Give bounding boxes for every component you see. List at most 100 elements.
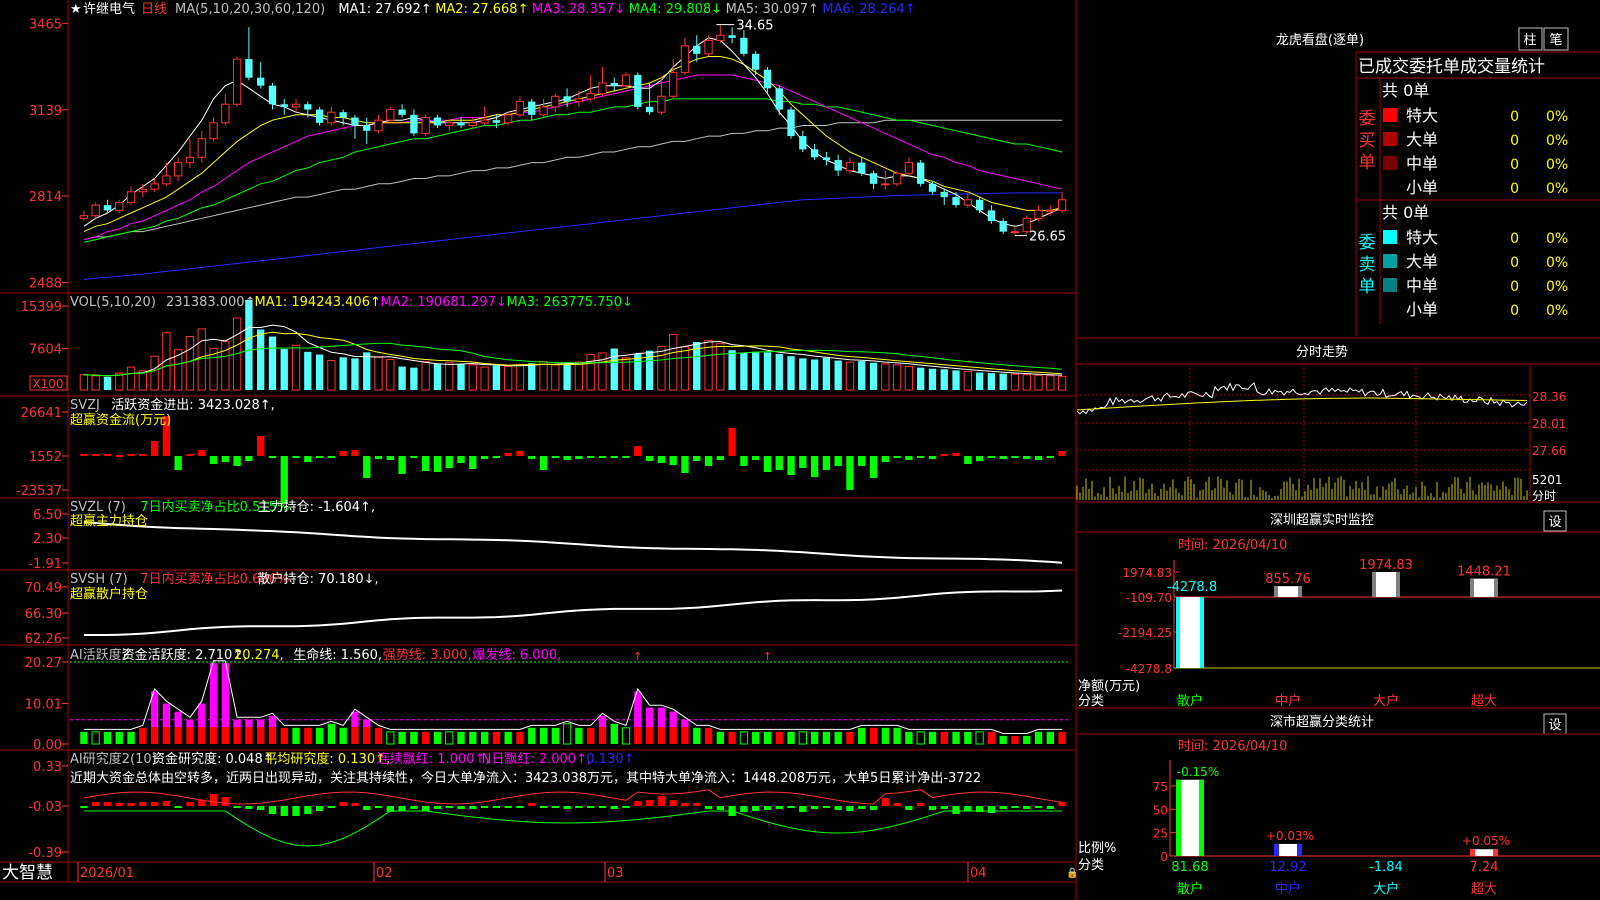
- candle-body: [634, 75, 642, 107]
- bar-mode-label[interactable]: 柱: [1523, 33, 1536, 48]
- volume-bar: [1010, 373, 1020, 391]
- activity-bar: [975, 731, 984, 745]
- volume-bar: [763, 352, 772, 390]
- research-bar: [363, 806, 371, 810]
- flow-bar: [905, 456, 913, 460]
- volume-bar: [669, 333, 678, 391]
- classify-value: -1.84: [1369, 860, 1403, 875]
- research-bar: [139, 802, 147, 806]
- flow-bar: [563, 456, 571, 460]
- classify-value: 12.92: [1269, 860, 1306, 875]
- flow-bar: [610, 456, 618, 458]
- date-label: 2026/01: [80, 866, 134, 881]
- research-bar: [504, 806, 512, 808]
- research-bar: [693, 803, 701, 806]
- volume-bar: [150, 355, 159, 391]
- activity-bar: [916, 731, 925, 745]
- flow-bar: [315, 456, 324, 458]
- price-ma5-line: [83, 37, 1063, 227]
- activity-bar: [186, 719, 194, 728]
- flow-bar: [221, 456, 229, 462]
- sell-swatch: [1383, 302, 1397, 316]
- sell-row-pct: 0%: [1546, 255, 1568, 271]
- sell-label-char: 单: [1359, 277, 1376, 297]
- ai-research-legend-item: 连续飘红: 1.000↑,: [377, 751, 490, 767]
- research-bar: [257, 806, 265, 810]
- flow-bar: [233, 456, 241, 466]
- candle-body: [917, 162, 925, 184]
- svzj-tick: 1552: [29, 450, 62, 465]
- activity-bar: [127, 731, 135, 744]
- ai-research-tick: -0.03: [28, 800, 62, 815]
- candle-body: [563, 96, 571, 102]
- activity-bar: [704, 727, 713, 744]
- candle-body: [386, 109, 395, 121]
- candle-body: [892, 172, 902, 185]
- candle-body: [103, 205, 112, 211]
- research-bar: [410, 806, 418, 809]
- activity-bar: [221, 727, 229, 744]
- flow-bar: [704, 456, 713, 466]
- candle-body: [221, 103, 230, 124]
- activity-bar: [716, 731, 724, 744]
- candle-body: [79, 215, 89, 219]
- period-label: 日线: [141, 2, 167, 17]
- buy-label-char: 委: [1359, 109, 1376, 129]
- activity-bar: [1023, 735, 1031, 744]
- activity-bar: [186, 727, 194, 744]
- bar-edge: [1470, 849, 1475, 856]
- pen-mode-label[interactable]: 笔: [1549, 32, 1562, 48]
- flow-bar: [952, 453, 960, 456]
- low-label: 26.65: [1029, 230, 1066, 245]
- activity-bar: [657, 727, 666, 744]
- buy-label-char: 单: [1359, 153, 1376, 173]
- volume-bar: [126, 366, 136, 391]
- volume-bar: [1022, 374, 1031, 391]
- flow-bar: [893, 456, 901, 458]
- volume-bar: [528, 363, 536, 390]
- volume-bar: [1046, 375, 1055, 391]
- activity-bar: [539, 727, 548, 744]
- candle-body: [232, 58, 242, 105]
- research-bar: [598, 806, 607, 808]
- flow-bar: [622, 456, 630, 458]
- price-tick: 2488: [29, 277, 62, 292]
- classify-change: +0.03%: [1266, 829, 1314, 843]
- research-bar: [858, 806, 866, 809]
- flow-bar: [410, 456, 418, 458]
- flow-bar: [1058, 451, 1066, 456]
- research-bar: [834, 806, 842, 810]
- research-bar: [952, 806, 960, 814]
- vol-legend-item: 231383.000↑: [166, 295, 255, 310]
- candle-body: [999, 221, 1007, 232]
- flow-bar: [752, 456, 760, 460]
- classify-ylabel: 比例%: [1078, 841, 1116, 856]
- research-green-line: [83, 810, 1063, 847]
- svsh-sub: 超赢散户持仓: [70, 586, 148, 602]
- ai-research-legend-item: AI研究度2(10): [70, 751, 157, 767]
- activity-bar: [787, 731, 795, 744]
- bar-edge: [1297, 843, 1302, 856]
- settings-label[interactable]: 设: [1548, 718, 1561, 733]
- volume-bar: [574, 361, 584, 391]
- flow-bar: [787, 456, 795, 475]
- ai2-tick: 0.00: [33, 738, 62, 753]
- activity-bar: [693, 727, 701, 744]
- activity-bar: [858, 727, 866, 744]
- flow-bar: [834, 456, 842, 466]
- flow-bar: [846, 456, 854, 490]
- buy-row-name: 中单: [1406, 154, 1438, 173]
- volume-bar: [586, 354, 595, 391]
- classify-category: 大户: [1373, 881, 1399, 897]
- sell-row-name: 中单: [1406, 276, 1438, 295]
- stock-terminal: 3465 3139 2814 2488 34.65 26.65 ★ 许继电气 日线 MA(5,10…: [0, 0, 1600, 900]
- ai-research-legend-item: 平均研究度: 0.130↑,: [264, 751, 390, 767]
- stock-name: 许继电气: [83, 1, 135, 17]
- research-bar: [587, 806, 595, 808]
- candle-body: [1057, 199, 1067, 211]
- candle-body: [810, 149, 819, 158]
- flow-bar: [1023, 456, 1031, 459]
- activity-bar: [480, 731, 489, 744]
- flow-bar: [268, 456, 277, 458]
- settings-label[interactable]: 设: [1548, 515, 1561, 530]
